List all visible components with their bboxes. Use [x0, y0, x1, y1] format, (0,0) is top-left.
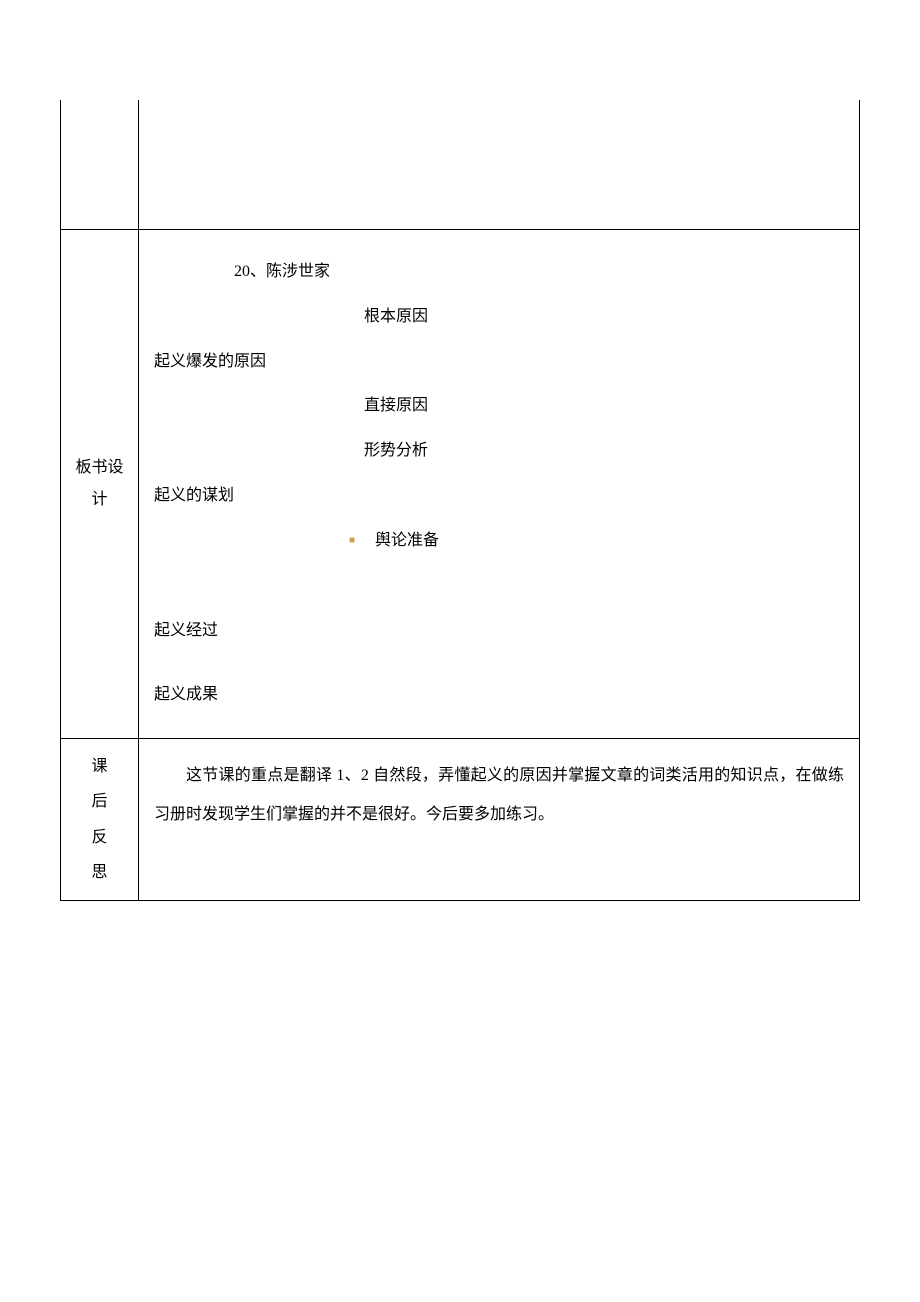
uprising-process: 起义经过	[154, 609, 844, 654]
reflection-label: 课 后 反 思	[91, 749, 107, 890]
reflection-char-2: 后	[91, 784, 107, 819]
gap-spacer-small	[154, 653, 844, 673]
opinion-prep: 舆论准备	[375, 532, 439, 549]
reflection-char-1: 课	[91, 749, 107, 784]
row2-left-cell: 板书设 计	[61, 230, 139, 738]
reflection-content: 这节课的重点是翻译 1、2 自然段，弄懂起义的原因并掌握文章的词类活用的知识点，…	[154, 757, 844, 834]
row-board-design: 板书设 计 20、陈涉世家 根本原因 起义爆发的原因 直接原因 形势分析 起义的…	[61, 230, 859, 739]
row2-right-cell: 20、陈涉世家 根本原因 起义爆发的原因 直接原因 形势分析 起义的谋划 ■ 舆论…	[139, 230, 859, 738]
board-design-label-line2: 计	[75, 484, 123, 516]
situation-analysis: 形势分析	[154, 429, 844, 474]
bullet-marker-icon: ■	[349, 535, 355, 546]
board-design-label-line1: 板书设	[75, 452, 123, 484]
reflection-char-3: 反	[91, 820, 107, 855]
plan-main: 起义的谋划	[154, 474, 844, 519]
lesson-title: 20、陈涉世家	[154, 250, 844, 295]
document-table: 板书设 计 20、陈涉世家 根本原因 起义爆发的原因 直接原因 形势分析 起义的…	[60, 100, 860, 901]
opinion-prep-line: ■ 舆论准备	[154, 519, 844, 564]
gap-spacer	[154, 564, 844, 609]
reflection-char-4: 思	[91, 855, 107, 890]
row-reflection: 课 后 反 思 这节课的重点是翻译 1、2 自然段，弄懂起义的原因并掌握文章的词…	[61, 739, 859, 901]
uprising-result: 起义成果	[154, 673, 844, 718]
row1-left-cell	[61, 100, 139, 229]
cause-direct: 直接原因	[154, 384, 844, 429]
cause-main: 起义爆发的原因	[154, 340, 844, 385]
cause-root: 根本原因	[154, 295, 844, 340]
row1-right-cell	[139, 100, 859, 229]
row3-right-cell: 这节课的重点是翻译 1、2 自然段，弄懂起义的原因并掌握文章的词类活用的知识点，…	[139, 739, 859, 900]
board-design-label: 板书设 计	[75, 452, 123, 516]
row-empty	[61, 100, 859, 230]
row3-left-cell: 课 后 反 思	[61, 739, 139, 900]
